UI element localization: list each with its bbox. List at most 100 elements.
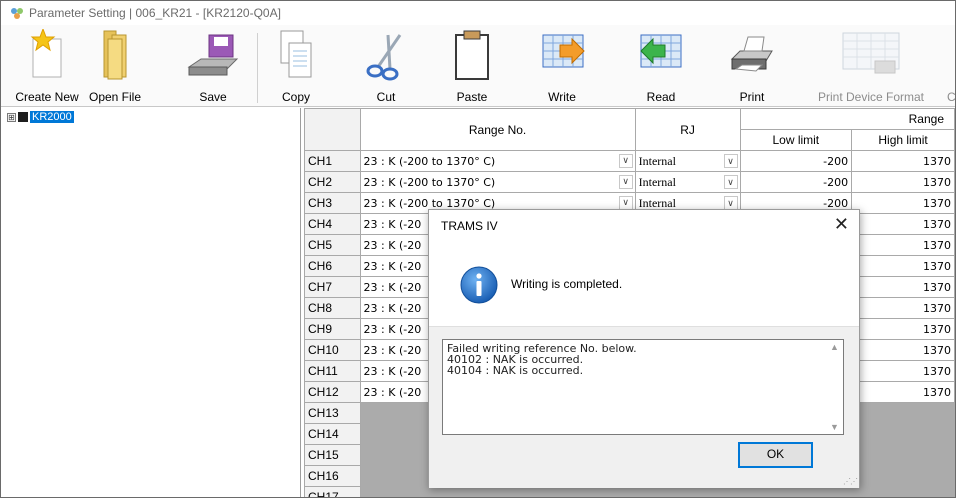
high-limit-cell[interactable]: 1370 <box>851 297 955 319</box>
paste-label: Paste <box>456 90 488 104</box>
channel-label: CH1 <box>304 150 361 172</box>
high-limit-cell[interactable]: 1370 <box>851 255 955 277</box>
high-limit-cell[interactable]: 1370 <box>851 381 955 403</box>
chevron-down-icon[interactable]: ∨ <box>618 196 633 210</box>
tree-node-kr2000[interactable]: ⊞ KR2000 <box>7 111 74 123</box>
high-limit-cell[interactable]: 1370 <box>851 213 955 235</box>
scissors-icon <box>366 34 402 81</box>
high-limit-cell[interactable]: 1370 <box>851 192 955 214</box>
details-scrollbar[interactable]: ▲ ▼ <box>828 340 843 434</box>
chevron-down-icon[interactable]: ∨ <box>618 175 633 189</box>
device-node-icon <box>18 112 28 122</box>
dialog-message: Writing is completed. <box>511 277 623 291</box>
high-limit-cell[interactable]: 1370 <box>851 318 955 340</box>
chevron-down-icon[interactable]: ∨ <box>618 154 633 168</box>
window-title: Parameter Setting | 006_KR21 - [KR2120-Q… <box>29 6 281 20</box>
ok-button[interactable]: OK <box>738 442 813 468</box>
range-no-value: 23 : K (-200 to 1370° C) <box>363 154 496 168</box>
range-no-value: 23 : K (-20 <box>363 385 422 399</box>
range-no-value: 23 : K (-200 to 1370° C) <box>363 196 496 210</box>
write-to-device-icon <box>542 34 585 68</box>
channel-label: CH15 <box>304 444 361 466</box>
device-tree: ⊞ KR2000 <box>1 108 301 497</box>
open-file-label: Open File <box>88 90 142 104</box>
table-row: CH17 <box>304 486 955 497</box>
header-rj: RJ <box>634 108 741 151</box>
overflow-toolbar-button[interactable]: C <box>947 25 955 107</box>
chevron-down-icon[interactable]: ∨ <box>723 196 738 210</box>
tree-node-label[interactable]: KR2000 <box>30 111 74 123</box>
range-no-select[interactable]: 23 : K (-200 to 1370° C) ∨ <box>359 150 636 172</box>
print-device-format-button[interactable]: Print Device Format <box>806 25 936 107</box>
channel-label: CH4 <box>304 213 361 235</box>
header-range-no: Range No. <box>359 108 636 151</box>
high-limit-cell[interactable]: 1370 <box>851 339 955 361</box>
channel-label: CH2 <box>304 171 361 193</box>
clipboard-icon <box>455 30 489 80</box>
cut-button[interactable]: Cut <box>361 25 411 107</box>
range-no-value: 23 : K (-20 <box>363 364 422 378</box>
high-limit-cell[interactable]: 1370 <box>851 360 955 382</box>
channel-label: CH3 <box>304 192 361 214</box>
print-device-format-icon <box>842 32 900 74</box>
save-button[interactable]: Save <box>183 25 243 107</box>
printer-icon <box>730 36 773 72</box>
dialog-title: TRAMS IV <box>441 219 498 233</box>
copy-button[interactable]: Copy <box>271 25 321 107</box>
header-high-limit: High limit <box>851 129 955 151</box>
print-button[interactable]: Print <box>724 25 780 107</box>
toolbar-separator <box>257 33 258 103</box>
create-new-button[interactable]: Create New <box>15 25 79 107</box>
header-range: Range <box>739 108 955 130</box>
channel-label: CH7 <box>304 276 361 298</box>
chevron-down-icon[interactable]: ∨ <box>723 175 738 189</box>
app-icon <box>11 8 23 19</box>
title-bar: Parameter Setting | 006_KR21 - [KR2120-Q… <box>1 1 955 25</box>
toolbar: Create New Open File Save Copy Cut Paste… <box>1 25 955 107</box>
new-file-icon <box>30 29 62 78</box>
write-button[interactable]: Write <box>530 25 594 107</box>
range-no-value: 23 : K (-20 <box>363 238 422 252</box>
read-label: Read <box>646 90 676 104</box>
range-no-value: 23 : K (-200 to 1370° C) <box>363 175 496 189</box>
cut-label: Cut <box>376 90 396 104</box>
create-new-label: Create New <box>15 90 79 104</box>
rj-value: Internal <box>638 195 676 210</box>
error-details-textbox[interactable] <box>442 339 844 435</box>
write-label: Write <box>548 90 576 104</box>
rj-select[interactable]: Internal ∨ <box>634 171 741 193</box>
empty-cell <box>359 486 955 497</box>
channel-label: CH10 <box>304 339 361 361</box>
scroll-down-icon[interactable]: ▼ <box>830 422 839 432</box>
high-limit-cell[interactable]: 1370 <box>851 150 955 172</box>
scroll-up-icon[interactable]: ▲ <box>830 342 839 352</box>
channel-label: CH14 <box>304 423 361 445</box>
range-no-value: 23 : K (-20 <box>363 259 422 273</box>
range-no-value: 23 : K (-20 <box>363 217 422 231</box>
paste-button[interactable]: Paste <box>444 25 500 107</box>
high-limit-cell[interactable]: 1370 <box>851 276 955 298</box>
open-file-button[interactable]: Open File <box>83 25 147 107</box>
high-limit-cell[interactable]: 1370 <box>851 234 955 256</box>
channel-label: CH16 <box>304 465 361 487</box>
copy-label: Copy <box>281 90 310 104</box>
high-limit-cell[interactable]: 1370 <box>851 171 955 193</box>
low-limit-cell[interactable]: -200 <box>739 150 853 172</box>
copy-icon <box>280 30 312 78</box>
rj-select[interactable]: Internal ∨ <box>634 150 741 172</box>
save-disk-icon <box>187 34 239 76</box>
expand-icon[interactable]: ⊞ <box>7 112 16 122</box>
rj-value: Internal <box>638 174 676 189</box>
chevron-down-icon[interactable]: ∨ <box>723 154 738 168</box>
close-icon[interactable]: ✕ <box>834 214 849 235</box>
trams-dialog: TRAMS IV ✕ Writing is completed. ▲ ▼ OK … <box>428 209 860 488</box>
read-button[interactable]: Read <box>629 25 693 107</box>
range-no-value: 23 : K (-20 <box>363 301 422 315</box>
resize-grip-icon[interactable]: ⋰⋰ <box>843 477 858 486</box>
print-label: Print <box>739 90 765 104</box>
low-limit-cell[interactable]: -200 <box>739 171 853 193</box>
channel-label: CH8 <box>304 297 361 319</box>
range-no-select[interactable]: 23 : K (-200 to 1370° C) ∨ <box>359 171 636 193</box>
channel-label: CH9 <box>304 318 361 340</box>
overflow-label: C <box>947 90 955 104</box>
